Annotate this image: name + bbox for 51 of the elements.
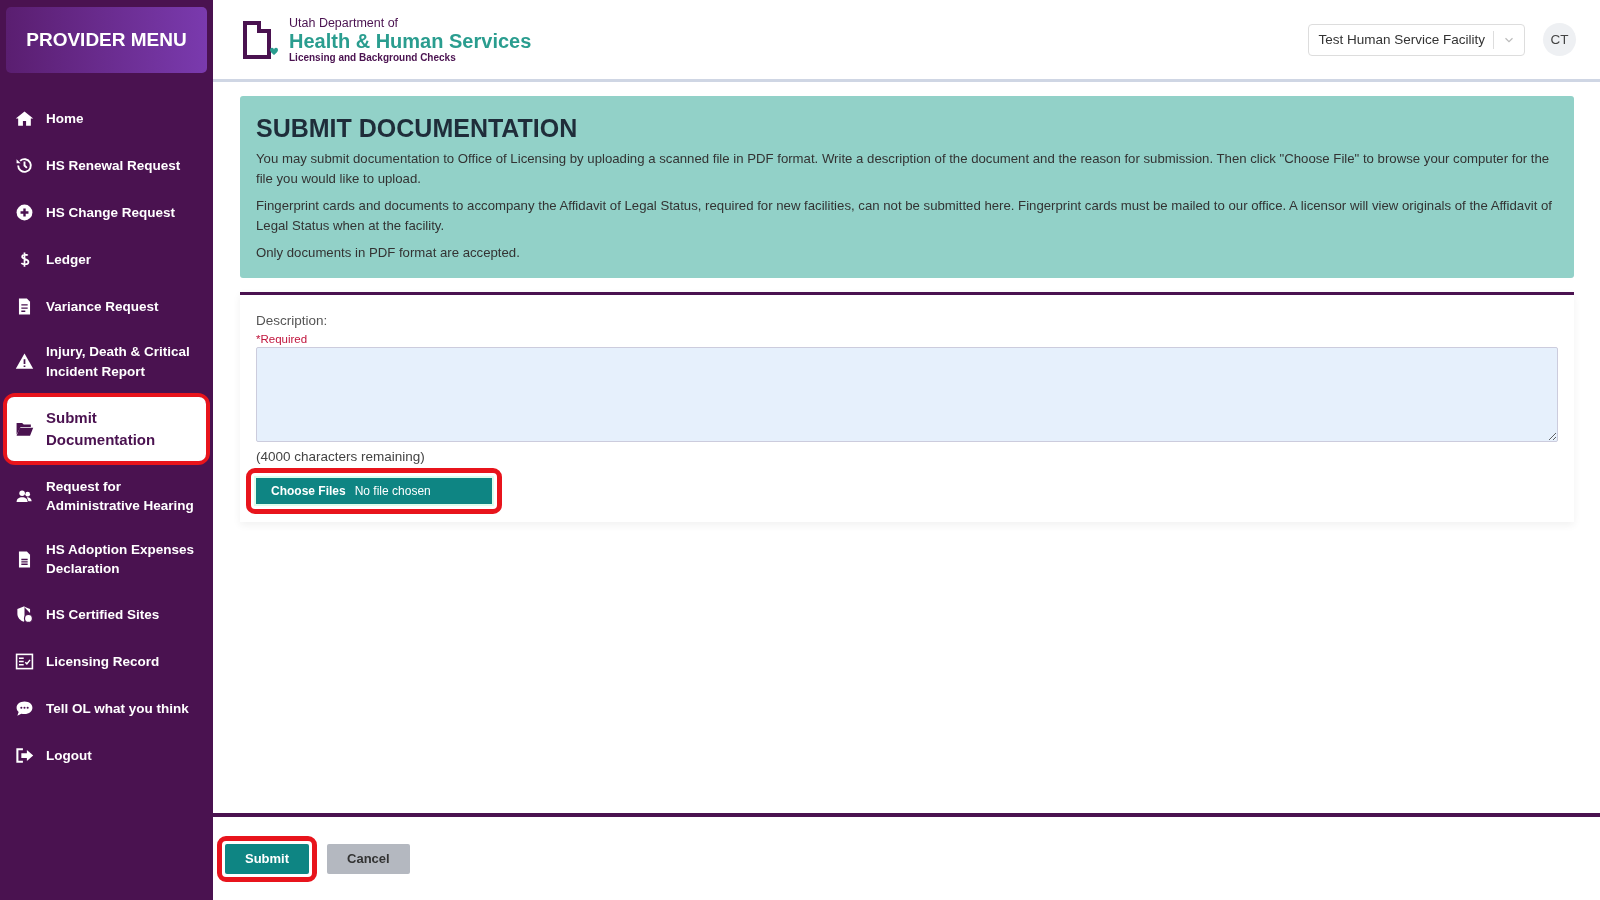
sidebar-item-label: Request for Administrative Hearing [46, 477, 195, 516]
page-title: SUBMIT DOCUMENTATION [256, 114, 579, 143]
sidebar-item[interactable]: Ledger [7, 240, 206, 279]
sidebar-item[interactable]: HS Certified Sites [7, 594, 206, 634]
user-avatar[interactable]: CT [1543, 23, 1576, 56]
facility-select[interactable]: Test Human Service Facility [1308, 23, 1525, 56]
sidebar-item[interactable]: Request for Administrative Hearing [7, 468, 206, 524]
home-icon [15, 109, 34, 128]
sidebar-item-label: Submit Documentation [46, 408, 157, 450]
sidebar-item[interactable]: Variance Request [7, 287, 206, 326]
menu-title: PROVIDER MENU [26, 29, 187, 51]
sidebar-item[interactable]: Injury, Death & Critical Incident Report [7, 334, 206, 390]
sidebar-item[interactable]: Tell OL what you think [7, 688, 206, 728]
sidebar-item-label: Logout [46, 746, 92, 765]
shield-icon [15, 604, 34, 624]
description-field[interactable] [256, 347, 1558, 442]
logo-tagline: Licensing and Background Checks [289, 52, 457, 63]
sidebar-item-label: Licensing Record [46, 652, 160, 671]
info-paragraph: You may submit documentation to Office of Licensing by uploading a scanned file in PDF format. Write a description of the document and the reason for submission. Then click "Choose File" to browse your computer for the file you would like to upload. [256, 150, 1551, 188]
checklist-icon [15, 651, 34, 671]
sidebar-item[interactable]: HS Change Request [7, 193, 206, 232]
file-input[interactable]: Choose Files No file chosen [254, 476, 494, 506]
info-paragraph: Only documents in PDF format are accepted. [256, 244, 521, 262]
logo-title: Health & Human Services [289, 30, 532, 52]
submit-button[interactable]: Submit [225, 843, 310, 874]
logout-icon [15, 745, 34, 765]
sidebar-item-label: Injury, Death & Critical Incident Report [46, 343, 191, 381]
plus-circle-icon [15, 203, 34, 222]
sidebar-item-label: Ledger [46, 250, 91, 269]
logo-subtitle: Utah Department of [289, 16, 400, 30]
sidebar-item[interactable]: Licensing Record [7, 641, 206, 681]
sidebar-item-label: HS Adoption Expenses Declaration [46, 540, 196, 579]
info-paragraph: Fingerprint cards and documents to accompany the Affidavit of Legal Status, required for new facilities, can not be submitted here. Fingerprint cards must be mailed to our office. A licensor will view originals of the Affidavit of Legal Status when at the facility. [256, 197, 1553, 235]
sidebar-item-label: Tell OL what you think [46, 699, 189, 718]
sidebar-item[interactable]: Logout [7, 735, 206, 775]
sidebar-item-label: Home [46, 109, 84, 128]
sidebar-item[interactable]: HS Renewal Request [7, 146, 206, 185]
sidebar-item[interactable]: Home [7, 99, 206, 138]
sidebar-item-label: HS Renewal Request [46, 156, 181, 175]
cancel-button[interactable]: Cancel [327, 843, 410, 874]
field-label: Description: [256, 313, 329, 328]
warning-icon [15, 352, 34, 372]
sidebar-item-label: Variance Request [46, 297, 159, 316]
chat-bubble-icon [15, 698, 34, 718]
sidebar-item[interactable]: Submit Documentation [7, 397, 206, 461]
sidebar-item-label: HS Certified Sites [46, 605, 160, 624]
history-icon [15, 156, 34, 175]
sidebar-item[interactable]: HS Adoption Expenses Declaration [7, 531, 206, 587]
required-note: *Required [256, 333, 309, 345]
sidebar-item-label: HS Change Request [46, 203, 176, 222]
character-count: (4000 characters remaining) [256, 449, 426, 464]
